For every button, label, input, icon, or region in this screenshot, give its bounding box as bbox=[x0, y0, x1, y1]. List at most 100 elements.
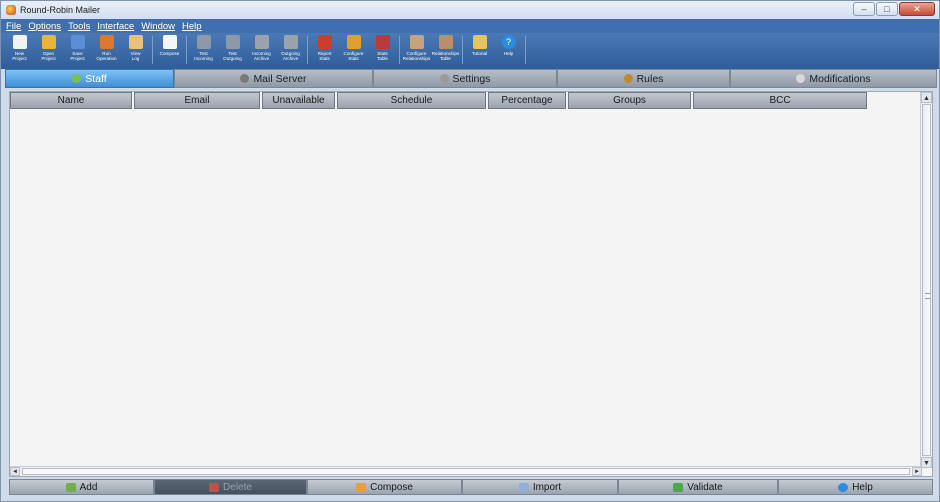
test-incoming-icon bbox=[196, 35, 211, 49]
open-project-button[interactable]: Open Project bbox=[34, 33, 63, 67]
configure-stats-icon bbox=[346, 35, 361, 49]
outgoing-archive-button[interactable]: Outgoing Archive bbox=[276, 33, 305, 67]
stats-table-button[interactable]: Stats Table bbox=[368, 33, 397, 67]
menu-window[interactable]: Window bbox=[141, 21, 175, 32]
vertical-scrollbar[interactable]: ▲ ▼ bbox=[920, 92, 932, 468]
delete-icon bbox=[209, 482, 220, 492]
app-window: Round-Robin Mailer – □ ✕ File Options To… bbox=[0, 0, 940, 502]
staff-icon bbox=[72, 74, 82, 83]
save-project-button[interactable]: Save Project bbox=[63, 33, 92, 67]
toolbar: New Project Open Project Save Project Run O… bbox=[1, 33, 939, 69]
vertical-scroll-thumb[interactable] bbox=[922, 104, 931, 456]
tab-rules[interactable]: Rules bbox=[557, 69, 730, 88]
delete-action-button: Delete bbox=[154, 479, 307, 495]
action-label: Delete bbox=[223, 481, 252, 493]
configure-stats-button[interactable]: Configure Stats bbox=[339, 33, 368, 67]
incoming-archive-button[interactable]: Incoming Archive bbox=[247, 33, 276, 67]
view-log-button[interactable]: View Log bbox=[121, 33, 150, 67]
report-stats-icon bbox=[317, 35, 332, 49]
toolbar-label: Run Operation bbox=[96, 51, 117, 61]
configure-relationships-button[interactable]: Configure Relationships bbox=[402, 33, 431, 67]
help-icon bbox=[838, 482, 849, 492]
horizontal-scroll-thumb[interactable] bbox=[22, 468, 910, 475]
window-title: Round-Robin Mailer bbox=[20, 5, 101, 15]
action-label: Help bbox=[852, 481, 873, 493]
toolbar-label: Open Project bbox=[41, 51, 56, 61]
scroll-up-icon[interactable]: ▲ bbox=[921, 92, 932, 103]
tab-label: Settings bbox=[452, 72, 491, 85]
compose-icon bbox=[356, 482, 367, 492]
toolbar-separator bbox=[462, 36, 463, 64]
tutorial-icon bbox=[472, 35, 487, 49]
toolbar-separator bbox=[399, 36, 400, 64]
settings-icon bbox=[439, 74, 449, 83]
test-outgoing-icon bbox=[225, 35, 240, 49]
window-controls: – □ ✕ bbox=[853, 2, 935, 16]
scroll-left-icon[interactable]: ◄ bbox=[10, 467, 20, 476]
compose-action-button[interactable]: Compose bbox=[307, 479, 462, 495]
open-project-icon bbox=[41, 35, 56, 49]
add-icon bbox=[65, 482, 76, 492]
column-header-schedule[interactable]: Schedule bbox=[337, 92, 486, 109]
action-label: Compose bbox=[370, 481, 413, 493]
tab-mail-server[interactable]: Mail Server bbox=[174, 69, 373, 88]
close-button[interactable]: ✕ bbox=[899, 2, 935, 16]
menu-interface[interactable]: Interface bbox=[97, 21, 134, 32]
staff-grid[interactable]: Name Email Unavailable Schedule Percenta… bbox=[9, 91, 933, 477]
toolbar-label: Tutorial bbox=[471, 51, 488, 56]
report-stats-button[interactable]: Report Stats bbox=[310, 33, 339, 67]
validate-action-button[interactable]: Validate bbox=[618, 479, 778, 495]
grip-icon bbox=[925, 293, 930, 299]
menu-options[interactable]: Options bbox=[28, 21, 61, 32]
help-button[interactable]: ? Help bbox=[494, 33, 523, 67]
maximize-button[interactable]: □ bbox=[876, 2, 898, 16]
column-header-bcc[interactable]: BCC bbox=[693, 92, 867, 109]
scroll-down-icon[interactable]: ▼ bbox=[921, 457, 932, 468]
toolbar-label: Configure Stats bbox=[343, 51, 364, 61]
tab-bar: Staff Mail Server Settings Rules Modificatio… bbox=[5, 69, 937, 88]
stats-table-icon bbox=[375, 35, 390, 49]
toolbar-label: Stats Table bbox=[377, 51, 388, 61]
column-header-groups[interactable]: Groups bbox=[568, 92, 691, 109]
relationships-table-icon bbox=[438, 35, 453, 49]
menu-file[interactable]: File bbox=[6, 21, 21, 32]
horizontal-scrollbar[interactable]: ◄ ► bbox=[10, 466, 922, 476]
new-project-button[interactable]: New Project bbox=[5, 33, 34, 67]
add-action-button[interactable]: Add bbox=[9, 479, 154, 495]
menu-help[interactable]: Help bbox=[182, 21, 202, 32]
menu-tools[interactable]: Tools bbox=[68, 21, 90, 32]
column-header-name[interactable]: Name bbox=[10, 92, 132, 109]
outgoing-archive-icon bbox=[283, 35, 298, 49]
toolbar-separator bbox=[307, 36, 308, 64]
tutorial-button[interactable]: Tutorial bbox=[465, 33, 494, 67]
toolbar-label: View Log bbox=[130, 51, 141, 61]
import-icon bbox=[518, 482, 529, 492]
column-header-unavailable[interactable]: Unavailable bbox=[262, 92, 335, 109]
menu-bar: File Options Tools Interface Window Help bbox=[1, 19, 939, 33]
mail-server-icon bbox=[240, 74, 250, 83]
validate-icon bbox=[673, 482, 684, 492]
save-project-icon bbox=[70, 35, 85, 49]
test-incoming-button[interactable]: Test Incoming bbox=[189, 33, 218, 67]
test-outgoing-button[interactable]: Test Outgoing bbox=[218, 33, 247, 67]
action-label: Import bbox=[532, 481, 562, 493]
column-header-email[interactable]: Email bbox=[134, 92, 260, 109]
compose-button[interactable]: Compose bbox=[155, 33, 184, 67]
new-project-icon bbox=[12, 35, 27, 49]
column-header-percentage[interactable]: Percentage bbox=[488, 92, 566, 109]
compose-icon bbox=[162, 35, 177, 49]
import-action-button[interactable]: Import bbox=[462, 479, 618, 495]
tab-staff[interactable]: Staff bbox=[5, 69, 174, 88]
run-operation-button[interactable]: Run Operation bbox=[92, 33, 121, 67]
app-icon bbox=[6, 5, 16, 15]
minimize-button[interactable]: – bbox=[853, 2, 875, 16]
scroll-right-icon[interactable]: ► bbox=[912, 467, 922, 476]
tab-modifications[interactable]: Modifications bbox=[730, 69, 937, 88]
relationships-table-button[interactable]: Relationships Table bbox=[431, 33, 460, 67]
column-headers: Name Email Unavailable Schedule Percenta… bbox=[10, 92, 869, 109]
help-action-button[interactable]: Help bbox=[778, 479, 933, 495]
tab-label: Mail Server bbox=[253, 72, 307, 85]
tab-settings[interactable]: Settings bbox=[373, 69, 557, 88]
toolbar-separator bbox=[152, 36, 153, 64]
toolbar-label: Help bbox=[503, 51, 514, 56]
